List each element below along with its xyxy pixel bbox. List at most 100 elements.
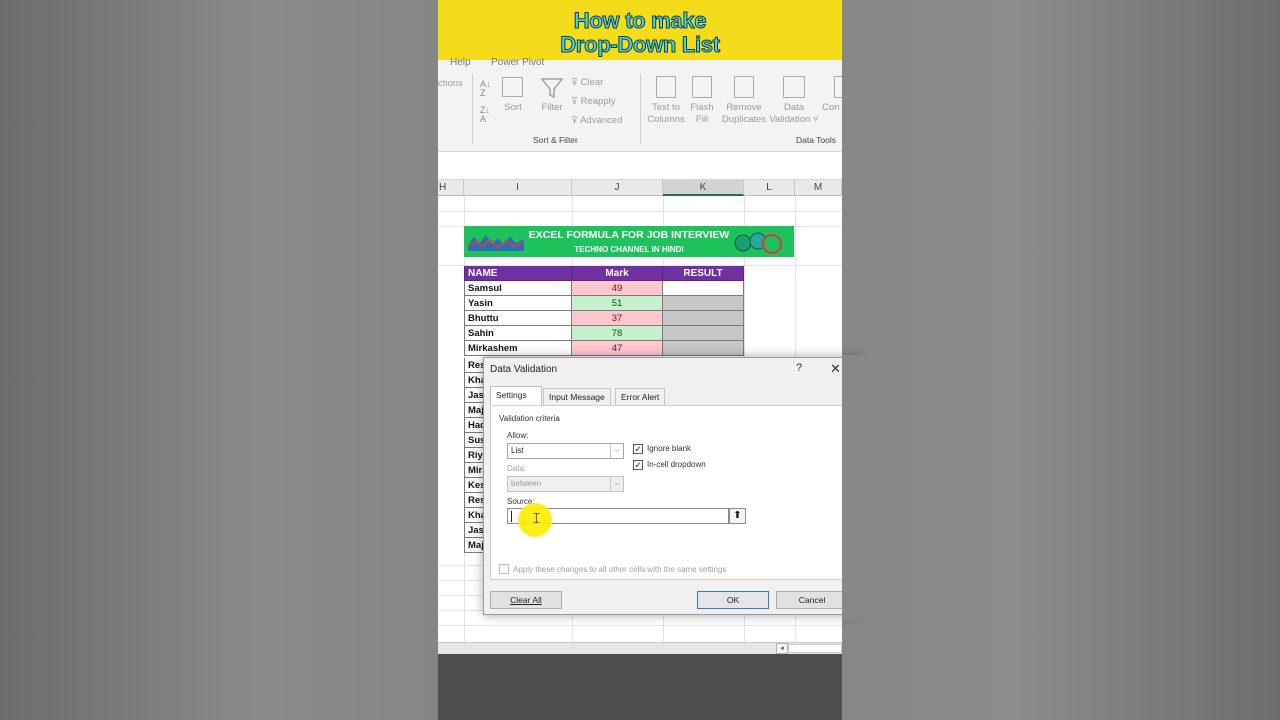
data-validation-button[interactable]: Data Validation ˅ — [766, 102, 822, 126]
cell-name-partial[interactable]: Kesl — [464, 478, 484, 493]
ignore-blank-checkbox[interactable]: ✓ — [633, 444, 643, 454]
cell-result[interactable] — [663, 311, 744, 326]
cell-name[interactable]: Samsul — [464, 281, 572, 296]
cell-name-partial[interactable]: Jasr — [464, 388, 484, 403]
cell-name-partial[interactable]: Kha — [464, 373, 484, 388]
sort-az-icon[interactable]: A↓ Z — [480, 80, 491, 98]
consolidate-icon — [834, 76, 842, 98]
tab-input-message[interactable]: Input Message — [543, 388, 611, 405]
ignore-blank-label: Ignore blank — [647, 444, 692, 453]
cell-mark[interactable]: 78 — [572, 326, 663, 341]
cell-name[interactable]: Sahin — [464, 326, 572, 341]
col-header-i[interactable]: I — [464, 180, 572, 196]
cell-mark[interactable]: 49 — [572, 281, 663, 296]
blurred-background-right — [842, 0, 1280, 720]
formula-bar-area — [438, 152, 842, 180]
advanced-label: Advanced — [580, 115, 623, 126]
cell-name-partial[interactable]: Had — [464, 418, 484, 433]
close-icon[interactable]: ✕ — [830, 361, 841, 377]
in-cell-dropdown-label: In-cell dropdown — [647, 460, 706, 469]
cell-result[interactable] — [663, 341, 744, 356]
text-to-columns-icon — [656, 76, 676, 98]
cell-name-partial[interactable]: Mirk — [464, 463, 484, 478]
ribbon: Help Power Pivot ctions A↓ Z Z↓ A Sort Fil… — [438, 57, 842, 152]
in-cell-dropdown-checkbox[interactable]: ✓ — [633, 460, 643, 470]
tab-power-pivot[interactable]: Power Pivot — [491, 57, 544, 68]
remove-duplicates-label-1: Remove — [726, 102, 762, 113]
ok-button[interactable]: OK — [697, 591, 769, 609]
help-icon[interactable]: ? — [796, 362, 802, 374]
cell-name-partial[interactable]: Res — [464, 493, 484, 508]
cell-name-partial[interactable]: Riya — [464, 448, 484, 463]
cell-name[interactable]: Bhuttu — [464, 311, 572, 326]
allow-value: List — [511, 446, 524, 455]
header-result[interactable]: RESULT — [663, 266, 744, 281]
col-header-j[interactable]: J — [572, 180, 663, 196]
flash-fill-label-1: Flash — [690, 102, 714, 113]
frame-right-edge-mask — [842, 355, 872, 620]
cell-name-partial[interactable]: Jasr — [464, 523, 484, 538]
cell-result[interactable] — [663, 326, 744, 341]
clear-all-button[interactable]: Clear All — [490, 591, 562, 609]
flash-fill-icon — [692, 76, 712, 98]
cell-mark[interactable]: 51 — [572, 296, 663, 311]
sort-za-icon[interactable]: Z↓ A — [480, 106, 490, 124]
horizontal-scrollbar[interactable] — [788, 644, 842, 653]
tab-help[interactable]: Help — [450, 57, 471, 68]
data-value: between — [511, 479, 542, 488]
col-header-l[interactable]: L — [744, 180, 795, 196]
remove-duplicates-button[interactable]: Remove Duplicates — [718, 102, 770, 126]
clear-button[interactable]: ⊽ Clear — [571, 77, 603, 89]
sort-icon — [502, 77, 523, 97]
apply-all-checkbox[interactable] — [499, 564, 509, 574]
clear-all-label: Clear All — [510, 595, 542, 605]
remove-duplicates-icon — [734, 76, 754, 98]
text-to-columns-label-2: Columns — [647, 114, 685, 125]
text-cursor-icon: 𝙸 — [531, 509, 542, 527]
video-bottom-area — [438, 654, 842, 720]
dialog-title: Data Validation — [490, 364, 558, 375]
cell-mark[interactable]: 47 — [572, 341, 663, 356]
collapse-dialog-icon[interactable]: ⬆ — [729, 508, 746, 524]
cell-name-partial[interactable]: Maj — [464, 403, 484, 418]
reapply-button[interactable]: ⊽ Reapply — [571, 96, 615, 108]
sort-button[interactable]: Sort — [502, 102, 524, 114]
tab-error-alert[interactable]: Error Alert — [615, 388, 666, 405]
sheet-status-bar: ◂ — [438, 642, 842, 654]
data-validation-icon — [783, 76, 805, 98]
group-label-data-tools: Data Tools — [796, 135, 837, 145]
group-label-sort-filter: Sort & Filter — [533, 135, 578, 145]
clear-label: Clear — [580, 77, 604, 88]
cell-name[interactable]: Mirkashem — [464, 341, 572, 356]
col-header-k[interactable]: K — [663, 180, 744, 196]
cancel-button[interactable]: Cancel — [776, 591, 848, 609]
flash-fill-button[interactable]: Flash Fill — [688, 102, 716, 126]
filter-button[interactable]: Filter — [538, 102, 566, 114]
validation-criteria-label: Validation criteria — [499, 414, 560, 423]
text-to-columns-button[interactable]: Text to Columns — [644, 102, 688, 126]
header-mark[interactable]: Mark — [572, 266, 663, 281]
cell-result[interactable] — [663, 281, 744, 296]
cell-name-partial[interactable]: Kha — [464, 508, 484, 523]
blurred-background-left — [0, 0, 438, 720]
cell-name-partial[interactable]: Susr — [464, 433, 484, 448]
title-banner: How to make Drop-Down List — [438, 0, 842, 60]
allow-select[interactable]: List ⌵ — [507, 443, 624, 459]
col-header-h[interactable]: H — [438, 180, 464, 196]
col-header-m[interactable]: M — [795, 180, 842, 196]
header-name[interactable]: NAME — [464, 266, 572, 281]
text-caret — [511, 511, 512, 522]
data-validation-label-2: Validation ˅ — [769, 114, 819, 125]
scroll-left-icon[interactable]: ◂ — [776, 643, 788, 654]
advanced-button[interactable]: ⊽ Advanced — [571, 115, 622, 127]
chevron-down-icon: ⌵ — [610, 477, 623, 491]
cell-name-partial[interactable]: Maj — [464, 538, 484, 553]
banner-line-1: How to make — [573, 8, 707, 33]
consolidate-button[interactable]: Con — [822, 102, 839, 114]
cell-name-partial[interactable]: Res — [464, 358, 484, 373]
cell-result[interactable] — [663, 296, 744, 311]
cell-mark[interactable]: 37 — [572, 311, 663, 326]
cell-name[interactable]: Yasin — [464, 296, 572, 311]
tab-settings[interactable]: Settings — [490, 386, 542, 406]
data-validation-dialog: Data Validation ? ✕ Settings Input Messa… — [483, 357, 863, 615]
